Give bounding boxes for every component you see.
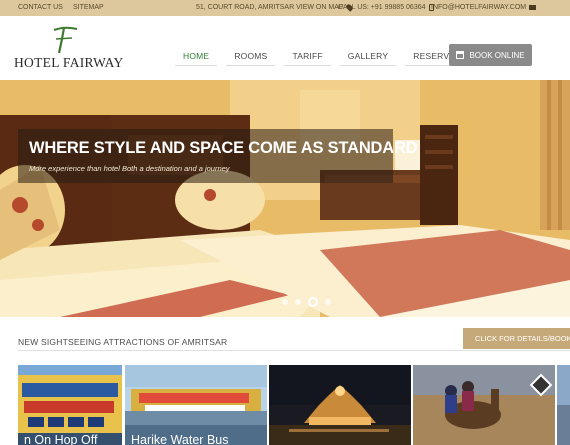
- slider-dot[interactable]: [325, 299, 331, 305]
- site-header: HOTEL FAIRWAY HOME ROOMS TARIFF GALLERY …: [0, 16, 570, 80]
- slider-dot-active[interactable]: [308, 297, 318, 307]
- logo-f-mark-icon: [53, 26, 78, 54]
- contact-us-link[interactable]: CONTACT US: [18, 4, 63, 11]
- slider-dot[interactable]: [282, 299, 288, 305]
- mail-icon: [529, 5, 537, 10]
- attraction-label: Harike Water Bus: [131, 433, 229, 445]
- attraction-thumb-partial[interactable]: [557, 365, 570, 445]
- address-info[interactable]: 51, COURT ROAD, AMRITSAR VIEW ON MAP: [196, 3, 354, 12]
- nav-rooms[interactable]: ROOMS: [226, 46, 276, 66]
- hotel-room-image: [0, 80, 570, 317]
- logo-text: HOTEL FAIRWAY: [14, 55, 124, 70]
- book-online-button[interactable]: BOOK ONLINE: [449, 44, 532, 66]
- nav-gallery[interactable]: GALLERY: [339, 46, 397, 66]
- email-text[interactable]: INFO@HOTELFAIRWAY.COM: [431, 4, 526, 11]
- phone-number-text[interactable]: CALL US: +91 99885 06364: [338, 4, 426, 11]
- nav-home[interactable]: HOME: [175, 46, 218, 66]
- call-info[interactable]: CALL US: +91 99885 06364: [338, 4, 434, 11]
- attraction-thumb-harike-water-bus[interactable]: Harike Water Bus: [125, 365, 267, 445]
- nav-tariff[interactable]: TARIFF: [284, 46, 331, 66]
- hero-subtitle: More experience than hotel Both a destin…: [29, 164, 230, 173]
- address-text[interactable]: 51, COURT ROAD, AMRITSAR VIEW ON MAP: [196, 4, 344, 11]
- main-nav: HOME ROOMS TARIFF GALLERY RESERVATION: [175, 46, 483, 66]
- calendar-icon: [456, 51, 465, 59]
- temple-night-image: [269, 365, 411, 445]
- attraction-label: n On Hop Off: [24, 433, 98, 445]
- slider-dots: [282, 297, 331, 307]
- email-info[interactable]: INFO@HOTELFAIRWAY.COM: [431, 4, 537, 11]
- partial-image: [557, 365, 570, 445]
- hero-title: WHERE STYLE AND SPACE COME AS STANDARD: [29, 139, 418, 157]
- attraction-thumb-night-temple[interactable]: [269, 365, 411, 445]
- logo[interactable]: HOTEL FAIRWAY: [14, 26, 123, 72]
- hero-caption: WHERE STYLE AND SPACE COME AS STANDARD M…: [18, 129, 418, 183]
- attraction-thumb-camel-ride[interactable]: [413, 365, 555, 445]
- details-booking-button[interactable]: CLICK FOR DETAILS/BOOKI: [463, 328, 570, 349]
- top-utility-bar: CONTACT US SITEMAP 51, COURT ROAD, AMRIT…: [0, 0, 570, 16]
- sitemap-link[interactable]: SITEMAP: [73, 4, 104, 11]
- camel-image: [413, 365, 555, 445]
- section-divider: [18, 350, 570, 351]
- slider-dot[interactable]: [295, 299, 301, 305]
- attraction-thumb-hop-on-hop-off[interactable]: n On Hop Off: [18, 365, 122, 445]
- attractions-heading: NEW SIGHTSEEING ATTRACTIONS OF AMRITSAR: [18, 337, 228, 347]
- book-online-label: BOOK ONLINE: [469, 50, 525, 60]
- attractions-gallery: n On Hop Off Harike Water Bus: [18, 365, 570, 445]
- hero-slider[interactable]: WHERE STYLE AND SPACE COME AS STANDARD M…: [0, 80, 570, 317]
